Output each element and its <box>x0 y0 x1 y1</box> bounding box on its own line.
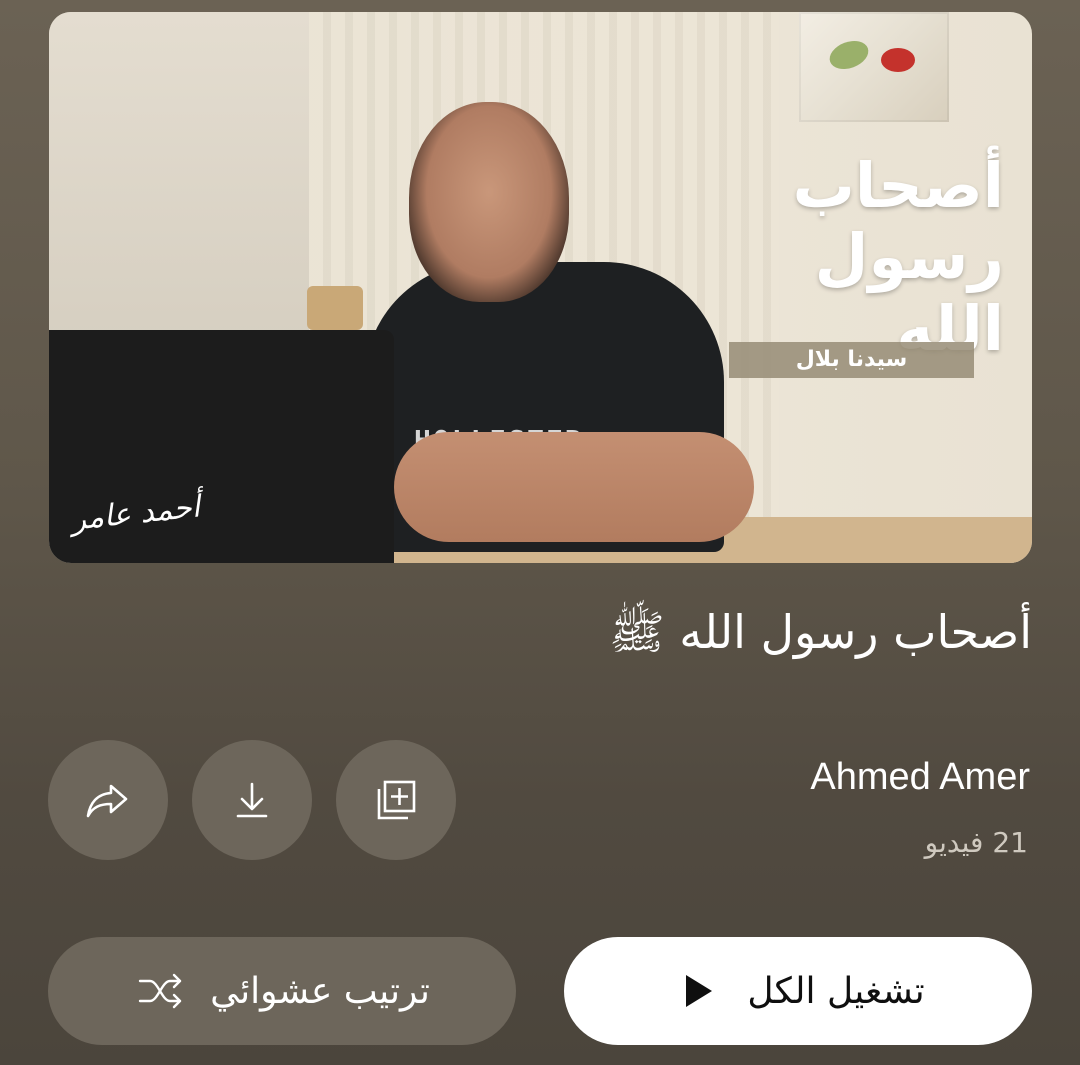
thumbnail-wall <box>49 12 309 342</box>
download-icon <box>236 782 268 818</box>
thumbnail-person-arms <box>394 432 754 542</box>
painting-flower <box>881 48 915 72</box>
play-icon <box>686 975 713 1007</box>
thumbnail-overlay-title-line1: أصحاب <box>792 149 1004 222</box>
download-button[interactable] <box>192 740 312 860</box>
play-all-label: تشغيل الكل <box>747 970 925 1012</box>
play-all-button[interactable]: تشغيل الكل <box>564 937 1032 1045</box>
thumbnail-overlay-title: أصحاب رسول الله <box>704 150 1004 364</box>
thumbnail-overlay-subtitle: سيدنا بلال <box>729 342 974 378</box>
playlist-thumbnail[interactable]: HOLLISTER أصحاب رسول الله سيدنا بلال أحم… <box>49 12 1032 563</box>
thumbnail-painting <box>799 12 949 122</box>
shuffle-label: ترتيب عشوائي <box>210 970 430 1012</box>
thumbnail-person-head <box>409 102 569 302</box>
shuffle-button[interactable]: ترتيب عشوائي <box>48 937 516 1045</box>
playlist-title: أصحاب رسول الله ﷺ <box>609 605 1032 659</box>
save-to-playlist-button[interactable] <box>336 740 456 860</box>
share-button[interactable] <box>48 740 168 860</box>
video-count: 21 فيديو <box>924 826 1028 859</box>
thumbnail-vase <box>307 286 363 330</box>
shuffle-icon <box>138 973 182 1009</box>
add-to-playlist-icon <box>377 780 416 820</box>
share-icon <box>86 784 128 818</box>
channel-name[interactable]: Ahmed Amer <box>810 756 1030 799</box>
painting-leaf <box>825 35 873 75</box>
